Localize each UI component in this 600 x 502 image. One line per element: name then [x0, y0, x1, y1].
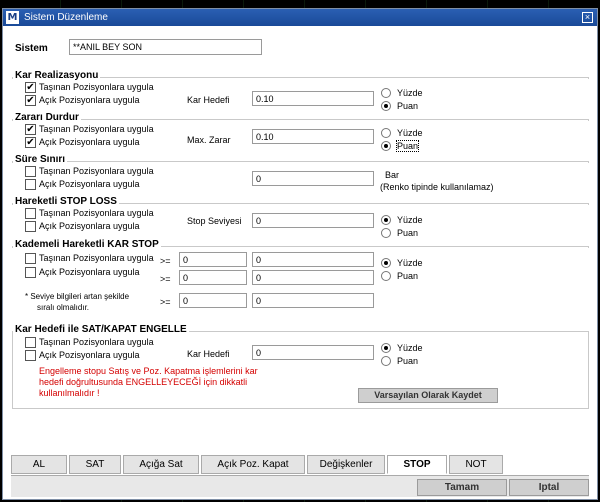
- kd-note-line1: * Seviye bilgileri artan şekilde: [25, 292, 130, 301]
- close-icon[interactable]: ×: [582, 12, 593, 23]
- tab-degiskenler[interactable]: Değişkenler: [307, 455, 385, 474]
- kd-level-3-input[interactable]: [179, 293, 247, 308]
- kd-level-2-input[interactable]: [179, 270, 247, 285]
- ss-acik-label: Açık Pozisyonlara uygula: [39, 179, 140, 189]
- kd-value-3-input[interactable]: [252, 293, 374, 308]
- kd-value-1-input[interactable]: [252, 252, 374, 267]
- kd-yuzde-label: Yüzde: [397, 258, 423, 268]
- hs-puan-radio[interactable]: [381, 228, 391, 238]
- ss-tasinan-label: Taşınan Pozisyonlara uygula: [39, 166, 154, 176]
- kd-value-2-input[interactable]: [252, 270, 374, 285]
- hs-acik-checkbox[interactable]: [25, 221, 36, 232]
- hs-tasinan-checkbox[interactable]: [25, 208, 36, 219]
- kr-puan-label: Puan: [397, 101, 419, 111]
- sure-siniri-input[interactable]: [252, 171, 374, 186]
- hs-acik-label: Açık Pozisyonlara uygula: [39, 221, 140, 231]
- hs-yuzde-label: Yüzde: [397, 215, 423, 225]
- kar-hedefi-label: Kar Hedefi: [187, 95, 230, 105]
- ke-puan-label: Puan: [397, 356, 419, 366]
- kd-level-1-input[interactable]: [179, 252, 247, 267]
- ke-kar-hedefi-label: Kar Hedefi: [187, 349, 230, 359]
- tab-bar: AL SAT Açığa Sat Açık Poz. Kapat Değişke…: [11, 455, 589, 474]
- kr-acik-checkbox[interactable]: ✔: [25, 95, 36, 106]
- ke-yuzde-label: Yüzde: [397, 343, 423, 353]
- bar-unit-label: Bar: [385, 170, 400, 180]
- renko-note: (Renko tipinde kullanılamaz): [380, 182, 494, 192]
- hs-tasinan-label: Taşınan Pozisyonlara uygula: [39, 208, 154, 218]
- kademeli-title: Kademeli Hareketli KAR STOP: [13, 239, 161, 250]
- max-zarar-label: Max. Zarar: [187, 135, 231, 145]
- ke-puan-radio[interactable]: [381, 356, 391, 366]
- zd-acik-checkbox[interactable]: ✔: [25, 137, 36, 148]
- window-title: Sistem Düzenleme: [24, 12, 108, 23]
- kd-acik-label: Açık Pozisyonlara uygula: [39, 267, 140, 277]
- kr-tasinan-label: Taşınan Pozisyonlara uygula: [39, 82, 154, 92]
- kd-op-2: >=: [160, 274, 171, 284]
- kr-tasinan-checkbox[interactable]: ✔: [25, 82, 36, 93]
- title-bar: M Sistem Düzenleme ×: [3, 9, 597, 26]
- engelle-warning-line1: Engelleme stopu Satış ve Poz. Kapatma iş…: [39, 366, 258, 376]
- app-logo-icon: M: [6, 11, 19, 24]
- sure-siniri-section: [12, 161, 589, 163]
- kd-puan-radio[interactable]: [381, 271, 391, 281]
- zd-acik-label: Açık Pozisyonlara uygula: [39, 137, 140, 147]
- ke-acik-label: Açık Pozisyonlara uygula: [39, 350, 140, 360]
- hs-yuzde-radio[interactable]: [381, 215, 391, 225]
- engelle-warning-line2: hedefi doğrultusunda ENGELLEYECEĞİ için …: [39, 377, 248, 387]
- zarari-durdur-section: [12, 119, 589, 121]
- zd-yuzde-label: Yüzde: [397, 128, 423, 138]
- engelle-title: Kar Hedefi ile SAT/KAPAT ENGELLE: [13, 324, 189, 335]
- hareketli-stop-title: Hareketli STOP LOSS: [13, 196, 119, 207]
- tab-sat[interactable]: SAT: [69, 455, 121, 474]
- tab-stop[interactable]: STOP: [387, 455, 447, 474]
- sure-siniri-title: Süre Sınırı: [13, 154, 68, 165]
- kr-acik-label: Açık Pozisyonlara uygula: [39, 95, 140, 105]
- kd-yuzde-radio[interactable]: [381, 258, 391, 268]
- tab-not[interactable]: NOT: [449, 455, 503, 474]
- kd-tasinan-checkbox[interactable]: [25, 253, 36, 264]
- kd-puan-label: Puan: [397, 271, 419, 281]
- cancel-button[interactable]: Iptal: [509, 479, 589, 496]
- zd-tasinan-label: Taşınan Pozisyonlara uygula: [39, 124, 154, 134]
- ke-acik-checkbox[interactable]: [25, 350, 36, 361]
- tab-acik-poz-kapat[interactable]: Açık Poz. Kapat: [201, 455, 305, 474]
- ke-tasinan-checkbox[interactable]: [25, 337, 36, 348]
- sistem-name-field[interactable]: [69, 39, 262, 55]
- engelle-warning-line3: kullanılmalıdır !: [39, 388, 100, 398]
- zd-puan-radio[interactable]: [381, 141, 391, 151]
- kar-realizasyonu-title: Kar Realizasyonu: [13, 70, 101, 81]
- ok-button[interactable]: Tamam: [417, 479, 507, 496]
- zd-yuzde-radio[interactable]: [381, 128, 391, 138]
- hs-puan-label: Puan: [397, 228, 419, 238]
- ke-tasinan-label: Taşınan Pozisyonlara uygula: [39, 337, 154, 347]
- kr-yuzde-label: Yüzde: [397, 88, 423, 98]
- tab-aciga-sat[interactable]: Açığa Sat: [123, 455, 199, 474]
- ke-kar-hedefi-input[interactable]: [252, 345, 374, 360]
- kr-puan-radio[interactable]: [381, 101, 391, 111]
- kd-tasinan-label: Taşınan Pozisyonlara uygula: [39, 253, 154, 263]
- zd-puan-label: Puan: [395, 140, 420, 152]
- kr-yuzde-radio[interactable]: [381, 88, 391, 98]
- sistem-duzenleme-dialog: M Sistem Düzenleme × Sistem Kar Realizas…: [2, 8, 598, 500]
- max-zarar-input[interactable]: [252, 129, 374, 144]
- save-as-default-button[interactable]: Varsayılan Olarak Kaydet: [358, 388, 498, 403]
- stop-seviyesi-input[interactable]: [252, 213, 374, 228]
- kd-op-1: >=: [160, 256, 171, 266]
- kd-acik-checkbox[interactable]: [25, 267, 36, 278]
- zarari-durdur-title: Zararı Durdur: [13, 112, 81, 123]
- stop-seviyesi-label: Stop Seviyesi: [187, 216, 242, 226]
- sistem-label: Sistem: [15, 43, 48, 54]
- ss-acik-checkbox[interactable]: [25, 179, 36, 190]
- ke-yuzde-radio[interactable]: [381, 343, 391, 353]
- kar-hedefi-input[interactable]: [252, 91, 374, 106]
- tab-al[interactable]: AL: [11, 455, 67, 474]
- kd-note-line2: sıralı olmalıdır.: [37, 303, 90, 312]
- ss-tasinan-checkbox[interactable]: [25, 166, 36, 177]
- kd-op-3: >=: [160, 297, 171, 307]
- zd-tasinan-checkbox[interactable]: ✔: [25, 124, 36, 135]
